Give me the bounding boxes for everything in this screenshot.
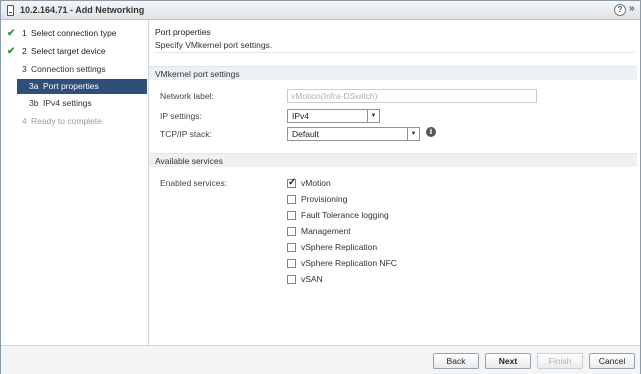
checkbox-fault-tolerance-logging[interactable] bbox=[287, 211, 296, 220]
service-label: vMotion bbox=[301, 178, 331, 188]
network-label-input: vMotion(Infra-DSwitch) bbox=[287, 89, 537, 103]
step-number: 3 bbox=[22, 64, 27, 74]
expand-icon[interactable]: » bbox=[629, 3, 634, 14]
section-available-services: Available services bbox=[149, 153, 637, 167]
next-button[interactable]: Next bbox=[485, 353, 531, 369]
enabled-services-label: Enabled services: bbox=[160, 178, 228, 188]
content-pane: Port properties Specify VMkernel port se… bbox=[149, 20, 640, 345]
step-label: Select connection type bbox=[31, 28, 117, 38]
service-label: vSphere Replication bbox=[301, 242, 378, 252]
step-number: 4 bbox=[22, 116, 27, 126]
divider bbox=[155, 52, 635, 53]
step-number: 3b bbox=[29, 98, 39, 108]
chevron-down-icon: ▼ bbox=[367, 110, 379, 122]
help-icon[interactable]: ? bbox=[614, 4, 626, 16]
wizard-steps: ✔ 1 Select connection type ✔ 2 Select ta… bbox=[1, 20, 149, 345]
service-label: Provisioning bbox=[301, 194, 348, 204]
section-heading: Available services bbox=[155, 156, 223, 166]
section-heading: VMkernel port settings bbox=[155, 69, 240, 79]
checkbox-vmotion[interactable] bbox=[287, 177, 296, 188]
ip-settings-select[interactable]: IPv4 ▼ bbox=[287, 109, 380, 123]
checkbox-management[interactable] bbox=[287, 227, 296, 236]
step-number: 2 bbox=[22, 46, 27, 56]
host-icon bbox=[7, 5, 14, 16]
step-port-properties[interactable]: 3a Port properties bbox=[17, 79, 147, 94]
step-connection-settings[interactable]: 3 Connection settings bbox=[1, 62, 149, 77]
chevron-down-icon: ▼ bbox=[407, 128, 419, 140]
checkbox-vsphere-replication-nfc[interactable] bbox=[287, 259, 296, 268]
check-icon: ✔ bbox=[7, 46, 16, 57]
service-label: Fault Tolerance logging bbox=[301, 210, 389, 220]
network-label-label: Network label: bbox=[160, 91, 214, 101]
dialog-footer: Back Next Finish Cancel bbox=[1, 345, 640, 374]
checkbox-vsan[interactable] bbox=[287, 275, 296, 284]
step-label: Connection settings bbox=[31, 64, 106, 74]
checkbox-vsphere-replication[interactable] bbox=[287, 243, 296, 252]
step-ready-to-complete: 4 Ready to complete bbox=[1, 114, 149, 129]
step-label: Ready to complete bbox=[31, 116, 102, 126]
cancel-button[interactable]: Cancel bbox=[589, 353, 635, 369]
step-select-connection-type[interactable]: ✔ 1 Select connection type bbox=[1, 26, 149, 41]
back-button[interactable]: Back bbox=[433, 353, 479, 369]
service-label: vSAN bbox=[301, 274, 323, 284]
step-label: Select target device bbox=[31, 46, 106, 56]
step-label: IPv4 settings bbox=[43, 98, 92, 108]
add-networking-dialog: 10.2.164.71 - Add Networking ? » ✔ 1 Sel… bbox=[0, 0, 641, 374]
step-number: 1 bbox=[22, 28, 27, 38]
page-subtitle: Specify VMkernel port settings. bbox=[155, 40, 273, 50]
ip-settings-value: IPv4 bbox=[292, 111, 310, 121]
tcpip-stack-value: Default bbox=[292, 129, 319, 139]
check-icon: ✔ bbox=[7, 28, 16, 39]
window-title: 10.2.164.71 - Add Networking bbox=[20, 5, 145, 15]
tcpip-stack-label: TCP/IP stack: bbox=[160, 129, 212, 139]
finish-button: Finish bbox=[537, 353, 583, 369]
tcpip-stack-select[interactable]: Default ▼ bbox=[287, 127, 420, 141]
step-number: 3a bbox=[29, 81, 39, 91]
section-vmkernel-port-settings: VMkernel port settings bbox=[149, 66, 637, 80]
info-icon[interactable]: i bbox=[426, 127, 436, 137]
page-title: Port properties bbox=[155, 27, 211, 37]
title-bar: 10.2.164.71 - Add Networking ? » bbox=[1, 1, 640, 20]
service-label: vSphere Replication NFC bbox=[301, 258, 397, 268]
step-label: Port properties bbox=[43, 81, 99, 91]
step-select-target-device[interactable]: ✔ 2 Select target device bbox=[1, 44, 149, 59]
service-label: Management bbox=[301, 226, 351, 236]
checkbox-provisioning[interactable] bbox=[287, 195, 296, 204]
step-ipv4-settings[interactable]: 3b IPv4 settings bbox=[1, 96, 149, 111]
ip-settings-label: IP settings: bbox=[160, 111, 202, 121]
